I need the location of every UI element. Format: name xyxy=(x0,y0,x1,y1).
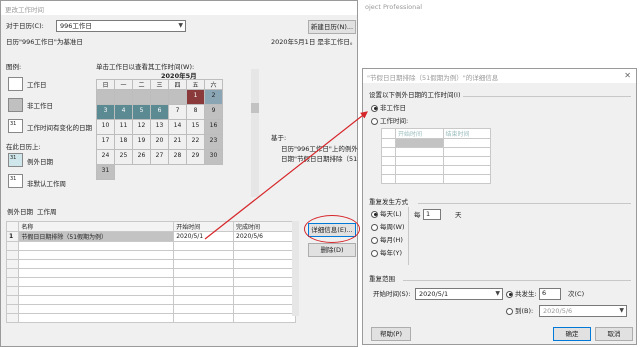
annotation-arrow xyxy=(204,111,368,240)
